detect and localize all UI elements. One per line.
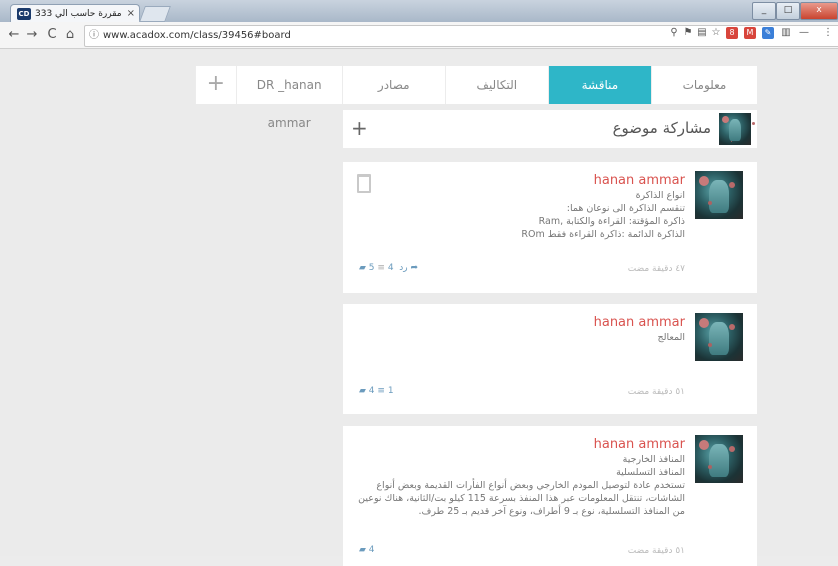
comments-icon[interactable]: ≡ xyxy=(377,386,385,396)
page-content: + DR _hanan ammar مصادر التكاليف مناقشة … xyxy=(0,49,838,566)
share-topic-title: مشاركة موضوع xyxy=(612,119,711,137)
post-author[interactable]: hanan ammar xyxy=(594,437,685,452)
post-time: ٤٧ دقيقة مضت xyxy=(627,264,685,274)
likes-count: 5 xyxy=(368,263,375,273)
new-tab-button[interactable] xyxy=(139,6,171,22)
share-topic-bar[interactable]: + مشاركة موضوع xyxy=(343,110,757,148)
post-line: من المنافذ التسلسلية، نوع بـ 9 أطراف، ون… xyxy=(418,506,685,517)
post-card: hanan ammar المعالج ٥١ دقيقة مضت ▰ 4 ≡ 1 xyxy=(343,304,757,414)
post-author[interactable]: hanan ammar xyxy=(594,315,685,330)
post-line: ذاكرة المؤقتة: القراءة والكتابة ,Ram xyxy=(538,216,685,227)
add-post-icon[interactable]: + xyxy=(351,116,368,140)
likes-count: 4 xyxy=(368,386,375,396)
tab-teacher[interactable]: DR _hanan ammar xyxy=(235,66,342,130)
post-line: الشاشات، تنتقل المعلومات عبر هذا المنفذ … xyxy=(358,493,685,504)
url-text: www.acadox.com/class/39456#board xyxy=(103,30,291,41)
post-time: ٥١ دقيقة مضت xyxy=(627,387,685,397)
tab-resources[interactable]: مصادر xyxy=(341,66,445,104)
post-line: المنافذ الخارجية xyxy=(622,454,685,465)
post-line: المعالج xyxy=(657,332,685,343)
trash-icon[interactable] xyxy=(357,174,371,193)
tab-close-icon[interactable]: × xyxy=(127,5,135,23)
tab-discussion[interactable]: مناقشة xyxy=(547,66,651,104)
post-body: المعالج xyxy=(657,331,685,344)
reply-label[interactable]: رد xyxy=(399,263,407,273)
likes-icon[interactable]: ▰ xyxy=(359,386,366,396)
avatar xyxy=(719,113,751,145)
post-body: انواع الذاكرة تنقسم الذاكرة الى نوعان هم… xyxy=(521,189,685,241)
home-icon[interactable]: ⌂ xyxy=(62,27,78,42)
site-info-icon[interactable]: ⓘ xyxy=(89,26,99,46)
tab-info[interactable]: معلومات xyxy=(650,66,757,104)
close-window-button[interactable]: x xyxy=(800,2,838,20)
post-meta: ▰ 4 xyxy=(359,545,375,555)
comments-count: 1 xyxy=(387,386,394,396)
post-body: المنافذ الخارجية المنافذ التسلسلية تستخد… xyxy=(358,453,685,518)
tab-title: 333 مقررة حاسب الي mar xyxy=(35,9,121,19)
avatar xyxy=(695,171,743,219)
tab-assignments[interactable]: التكاليف xyxy=(444,66,548,104)
class-navbar: + DR _hanan ammar مصادر التكاليف مناقشة … xyxy=(195,66,757,130)
post-author[interactable]: hanan ammar xyxy=(594,173,685,188)
menu-icon[interactable]: ⋮ xyxy=(822,27,834,39)
forward-icon[interactable]: → xyxy=(24,27,40,42)
likes-icon[interactable]: ▰ xyxy=(359,545,366,555)
avatar xyxy=(695,435,743,483)
post-time: ٥١ دقيقة مضت xyxy=(627,546,685,556)
post-line: تستخدم عادة لتوصيل المودم الخارجي وبعض أ… xyxy=(376,480,685,491)
address-bar-area: ← → C ⌂ ⓘ www.acadox.com/class/39456#boa… xyxy=(0,22,838,49)
reply-icon[interactable]: ➦ xyxy=(411,263,419,273)
likes-icon[interactable]: ▰ xyxy=(359,263,366,273)
extension-doc-icon[interactable]: ▥ xyxy=(780,27,792,39)
url-field[interactable]: ⓘ www.acadox.com/class/39456#board xyxy=(84,25,838,47)
favicon-icon: CD xyxy=(17,8,31,20)
extension-red-icon[interactable]: 8 xyxy=(726,27,738,39)
comments-icon[interactable]: ≡ xyxy=(377,263,385,273)
zoom-icon[interactable]: ⚲ xyxy=(668,27,680,39)
post-line: الذاكرة الدائمة :ذاكرة القراءة فقط ROm xyxy=(521,229,685,240)
post-card: hanan ammar انواع الذاكرة تنقسم الذاكرة … xyxy=(343,162,757,293)
back-icon[interactable]: ← xyxy=(6,27,22,42)
window-titlebar: CD 333 مقررة حاسب الي mar × _ □ x xyxy=(0,0,838,23)
post-meta: ▰ 4 ≡ 1 xyxy=(359,386,394,396)
minimize-button[interactable]: _ xyxy=(752,2,776,20)
post-line: المنافذ التسلسلية xyxy=(616,467,685,478)
bookmark-star-icon[interactable]: ☆ xyxy=(710,27,722,39)
gmail-icon[interactable]: M xyxy=(744,27,756,39)
avatar xyxy=(695,313,743,361)
post-line: تنقسم الذاكرة الى نوعان هما: xyxy=(566,203,685,214)
extension-blue-icon[interactable]: ✎ xyxy=(762,27,774,39)
comments-count: 4 xyxy=(387,263,394,273)
post-meta: ▰ 5 ≡ 4 رد ➦ xyxy=(359,263,418,273)
reload-icon[interactable]: C xyxy=(44,27,60,42)
post-card: hanan ammar المنافذ الخارجية المنافذ الت… xyxy=(343,426,757,566)
pin-icon[interactable]: ⚑ xyxy=(682,27,694,39)
add-tab-button[interactable]: + xyxy=(195,66,236,104)
likes-count: 4 xyxy=(368,545,375,555)
extension-grey-icon[interactable]: — xyxy=(798,27,810,39)
translate-icon[interactable]: ▤ xyxy=(696,27,708,39)
post-line: انواع الذاكرة xyxy=(635,190,685,201)
maximize-button[interactable]: □ xyxy=(776,2,800,20)
browser-tab[interactable]: CD 333 مقررة حاسب الي mar × xyxy=(10,4,140,23)
